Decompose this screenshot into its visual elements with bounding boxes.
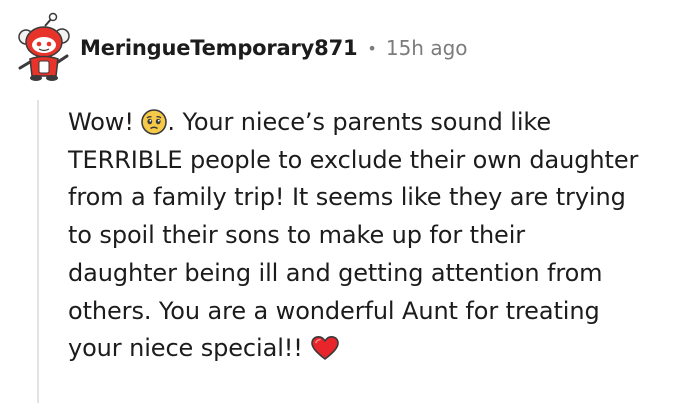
comment-line: TERRIBLE people to exclude their own dau… — [68, 145, 639, 174]
snoo-avatar-icon[interactable] — [12, 12, 74, 84]
comment-line: from a family trip! It seems like they a… — [68, 183, 626, 212]
comment-text-rest: . Your niece’s parents sound like — [167, 108, 551, 136]
comment-line: your niece special!! — [68, 330, 688, 368]
comment-text-end: your niece special!! — [68, 334, 303, 363]
comment-body: Wow! . Your niece’s parents sound like T… — [68, 104, 688, 368]
comment-line: Wow! . Your niece’s parents sound like — [68, 104, 688, 142]
comment-header: MeringueTemporary871 • 15h ago — [12, 12, 468, 84]
comment-line: to spoil their sons to make up for their — [68, 221, 526, 250]
comment-line: daughter being ill and getting attention… — [68, 258, 603, 287]
meta-separator: • — [367, 38, 377, 58]
comment-timestamp[interactable]: 15h ago — [386, 36, 468, 60]
pleading-face-icon — [141, 109, 168, 135]
comment-author[interactable]: MeringueTemporary871 — [80, 36, 358, 60]
comment-text-wow: Wow! — [68, 108, 134, 136]
comment-line: others. You are a wonderful Aunt for tre… — [68, 296, 600, 325]
comment: MeringueTemporary871 • 15h ago Wow! . Yo… — [0, 0, 700, 403]
thread-line[interactable] — [37, 100, 39, 403]
red-heart-icon — [311, 336, 340, 361]
